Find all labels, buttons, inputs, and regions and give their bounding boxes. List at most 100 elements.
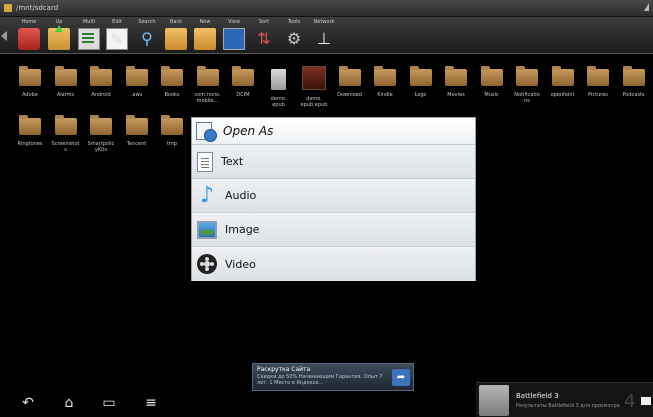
back-button-label: Back	[169, 19, 183, 25]
folder-item[interactable]: Tencent	[119, 115, 155, 147]
ad-banner[interactable]: Раскрутка Сайта Скидки до 50% Начинающим…	[252, 363, 414, 391]
title-bar: /mnt/sdcard	[0, 0, 653, 17]
multi-button[interactable]: Multi	[75, 19, 103, 52]
option-label: Image	[225, 223, 260, 236]
folder-item[interactable]: Screenshot s	[48, 115, 84, 153]
dialog-header: Open As	[192, 118, 475, 145]
app-icon	[4, 4, 12, 12]
ebook-icon	[302, 66, 326, 90]
folder-icon	[445, 66, 467, 86]
folder-icon	[54, 115, 77, 135]
item-label: DCIM	[236, 92, 250, 98]
home-nav-icon[interactable]: ⌂	[60, 395, 78, 411]
item-label: Kindle	[377, 92, 393, 98]
folder-item[interactable]: Smartpolic yKits	[83, 115, 119, 153]
folder-item[interactable]: Books	[154, 66, 190, 98]
folder-item[interactable]: Notificatio ns	[509, 66, 545, 104]
folder-icon	[54, 66, 77, 86]
notification[interactable]: Battlefield 3 Результаты Battlefield 3 д…	[476, 382, 653, 417]
folder-icon	[516, 66, 538, 86]
folder-item[interactable]: Movies	[438, 66, 474, 98]
ad-title: Раскрутка Сайта	[257, 366, 311, 373]
back-nav-icon[interactable]: ↶	[19, 395, 37, 411]
folder-icon	[409, 66, 432, 86]
file-item[interactable]: demo. epub	[261, 69, 297, 108]
folder-item[interactable]: .aws	[119, 66, 155, 98]
folder-item[interactable]: openfeint	[545, 66, 581, 98]
up-button[interactable]: Up	[45, 19, 73, 52]
menu-icon[interactable]: ≡	[142, 395, 160, 411]
tools-button-label: Tools	[287, 19, 301, 25]
item-label: demo. epub.epub	[300, 96, 328, 108]
item-label: Tencent	[126, 141, 147, 147]
folder-item[interactable]: Android	[83, 66, 119, 98]
view-button-label: View	[228, 19, 240, 25]
file-item[interactable]: demo. epub.epub	[296, 66, 332, 108]
toolbar: Home Up Multi Edit ✎ Search ⚲ Back New V…	[0, 17, 653, 54]
item-label: tmp	[166, 141, 177, 147]
folder-item[interactable]: Adobe	[12, 66, 48, 98]
folder-item[interactable]: Pictures	[580, 66, 616, 98]
item-label: Notificatio ns	[514, 92, 540, 104]
edit-button[interactable]: Edit ✎	[103, 19, 131, 52]
open-as-text-option[interactable]: Text	[192, 145, 475, 179]
home-button[interactable]: Home	[15, 19, 43, 52]
folder-item[interactable]: DCIM	[225, 66, 261, 98]
network-button[interactable]: Network ⊥	[310, 19, 338, 52]
tools-icon: ⚙	[286, 29, 302, 48]
folder-icon	[480, 66, 503, 86]
notification-count: 4	[624, 391, 636, 412]
folder-icon	[338, 66, 361, 86]
home-button-label: Home	[21, 19, 37, 25]
option-label: Text	[221, 155, 244, 168]
folder-icon	[19, 66, 41, 86]
option-label: Video	[225, 257, 256, 271]
edit-button-label: Edit	[112, 19, 122, 25]
item-label: Music	[484, 92, 499, 98]
sort-button[interactable]: Sort ⇅	[250, 19, 278, 52]
signal-icon	[644, 3, 649, 11]
folder-item[interactable]: com.rovio. mobile...	[190, 66, 226, 104]
folder-item[interactable]: tmp	[154, 115, 190, 147]
edit-icon: ✎	[106, 28, 128, 50]
file-icon	[271, 69, 286, 90]
folder-icon	[90, 115, 112, 135]
folder-icon	[161, 115, 183, 135]
folder-item[interactable]: Podcasts	[616, 66, 652, 98]
open-as-audio-option[interactable]: ♪ Audio	[192, 179, 475, 213]
folder-item[interactable]: Download	[332, 66, 368, 98]
search-button-label: Search	[138, 19, 156, 25]
item-label: Pictures	[588, 92, 608, 98]
folder-item[interactable]: Ringtones	[12, 115, 48, 147]
recent-apps-icon[interactable]: ▭	[100, 395, 118, 411]
ad-open-button[interactable]: ➦	[392, 369, 410, 386]
view-button[interactable]: View	[220, 19, 248, 52]
open-as-image-option[interactable]: Image	[192, 213, 475, 247]
new-button[interactable]: New	[191, 19, 219, 52]
back-button[interactable]: Back	[162, 19, 190, 52]
notification-text: Результаты Battlefield 3 для просмотра	[516, 403, 620, 409]
home-icon	[18, 28, 40, 50]
search-button[interactable]: Search ⚲	[133, 19, 161, 52]
open-as-video-option[interactable]: Video	[192, 247, 475, 281]
dialog-title: Open As	[223, 124, 274, 138]
multi-select-icon	[78, 28, 100, 50]
item-label: Movies	[447, 92, 465, 98]
folder-icon	[125, 115, 148, 135]
tools-button[interactable]: Tools ⚙	[280, 19, 308, 52]
back-folder-icon	[165, 28, 187, 50]
folder-icon	[161, 66, 183, 86]
folder-icon	[19, 115, 41, 135]
network-button-label: Network	[313, 19, 335, 25]
folder-item[interactable]: Music	[474, 66, 510, 98]
window-title: /mnt/sdcard	[16, 4, 59, 12]
folder-icon	[196, 66, 219, 86]
scroll-left-icon[interactable]	[1, 31, 7, 41]
folder-icon	[551, 66, 574, 86]
folder-item[interactable]: Kindle	[367, 66, 403, 98]
folder-item[interactable]: Alarms	[48, 66, 84, 98]
item-label: Download	[337, 92, 362, 98]
mail-icon	[641, 397, 651, 405]
folder-item[interactable]: Logs	[403, 66, 439, 98]
multi-button-label: Multi	[82, 19, 96, 25]
